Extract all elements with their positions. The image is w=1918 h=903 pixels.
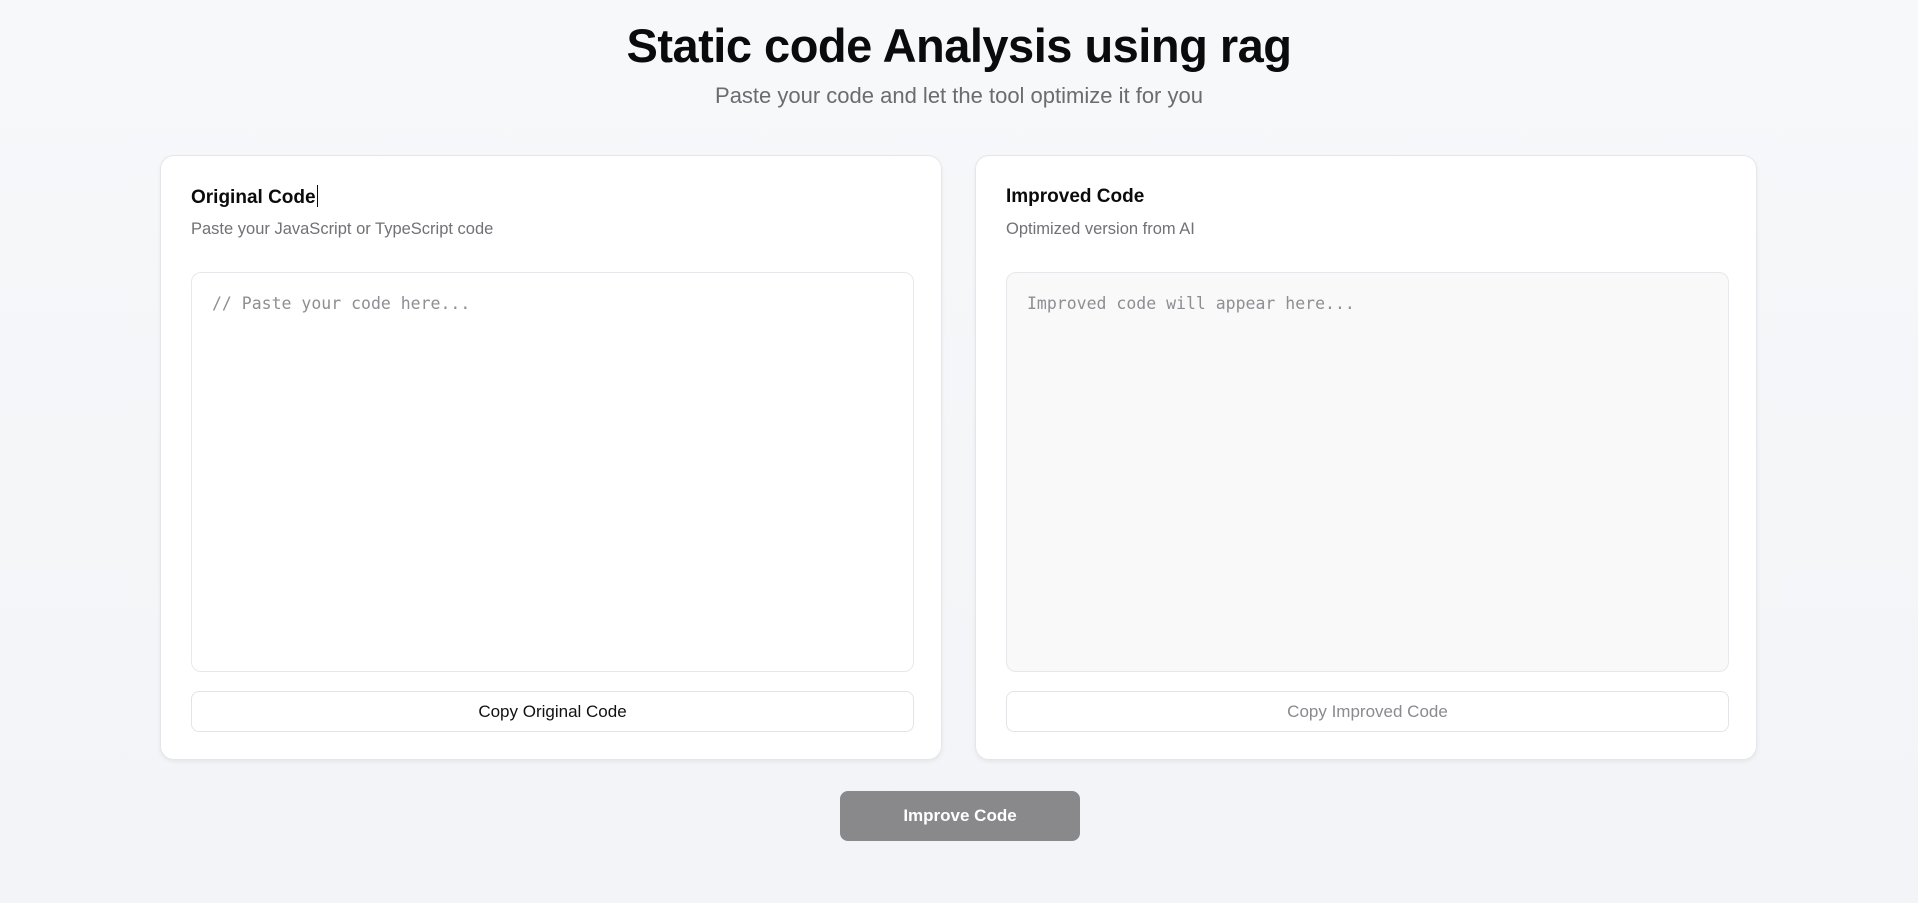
improved-code-card: Improved Code Optimized version from AI … <box>975 155 1757 760</box>
page-header: Static code Analysis using rag Paste you… <box>0 0 1918 110</box>
original-code-input[interactable] <box>191 272 914 672</box>
text-cursor <box>316 185 319 207</box>
improved-code-output[interactable] <box>1006 272 1729 672</box>
copy-original-code-button[interactable]: Copy Original Code <box>191 691 914 732</box>
original-code-title-wrap: Original Code <box>191 185 319 210</box>
original-code-description: Paste your JavaScript or TypeScript code <box>191 220 494 238</box>
page-title: Static code Analysis using rag <box>626 19 1292 72</box>
original-code-title: Original Code <box>191 187 316 208</box>
improved-code-title: Improved Code <box>1006 186 1145 207</box>
original-code-card: Original Code Paste your JavaScript or T… <box>160 155 942 760</box>
improved-code-description: Optimized version from AI <box>1006 220 1195 238</box>
copy-improved-code-button[interactable]: Copy Improved Code <box>1006 691 1729 732</box>
improve-code-button[interactable]: Improve Code <box>840 791 1080 841</box>
page-subtitle: Paste your code and let the tool optimiz… <box>715 83 1203 108</box>
